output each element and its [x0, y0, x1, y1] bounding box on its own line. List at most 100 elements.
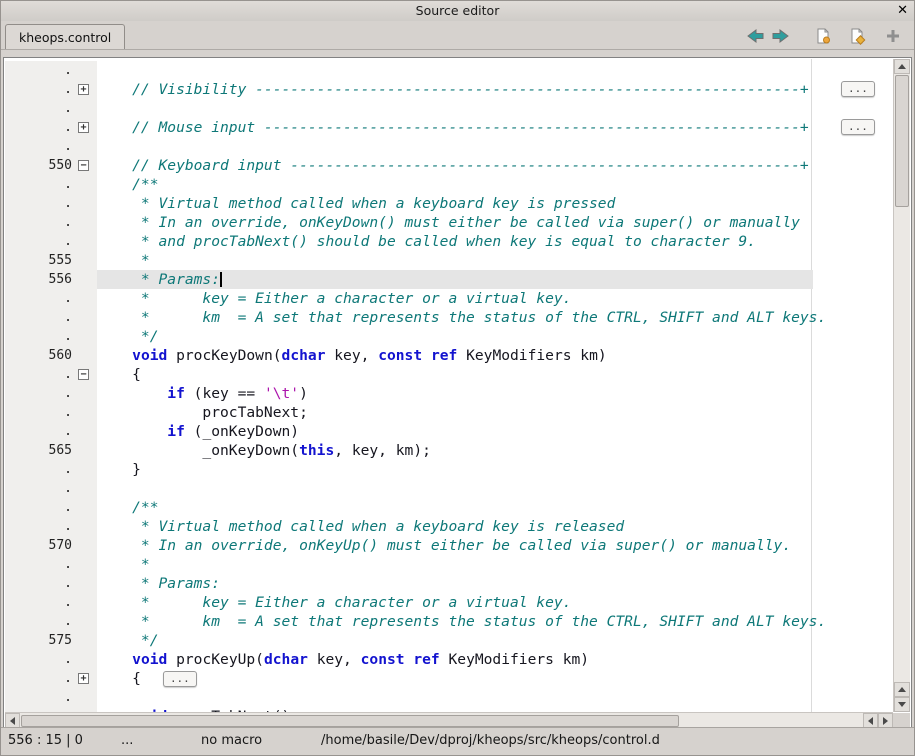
code-line[interactable]: . * and procTabNext() should be called w…	[5, 232, 893, 251]
scroll-up-button-bottom[interactable]	[894, 682, 910, 697]
fold-collapse-icon[interactable]: −	[78, 369, 89, 380]
horizontal-scrollbar[interactable]	[5, 712, 893, 728]
code-line[interactable]: . /**	[5, 175, 893, 194]
code-line[interactable]: . * km = A set that represents the statu…	[5, 612, 893, 631]
line-marker-dot[interactable]: .	[5, 479, 75, 498]
code-line[interactable]: . if (key == '\t')	[5, 384, 893, 403]
scroll-right-button[interactable]	[878, 713, 893, 728]
code-line[interactable]: 575 */	[5, 631, 893, 650]
line-marker-dot[interactable]: .	[5, 80, 75, 99]
line-marker-dot[interactable]: .	[5, 175, 75, 194]
code-line[interactable]: 555 *	[5, 251, 893, 270]
code-line[interactable]: . * key = Either a character or a virtua…	[5, 593, 893, 612]
fold-expand-icon[interactable]: +	[78, 673, 89, 684]
scroll-up-button[interactable]	[894, 59, 910, 74]
code-line[interactable]: . void procKeyUp(dchar key, const ref Ke…	[5, 650, 893, 669]
line-number[interactable]: 565	[5, 441, 75, 460]
line-marker-dot[interactable]: .	[5, 555, 75, 574]
fold-expand-icon[interactable]: +	[78, 84, 89, 95]
fold-column[interactable]: +	[75, 669, 97, 688]
fold-column[interactable]: +	[75, 80, 97, 99]
code-line[interactable]: 560 void procKeyDown(dchar key, const re…	[5, 346, 893, 365]
line-marker-dot[interactable]: .	[5, 365, 75, 384]
line-marker-dot[interactable]: .	[5, 498, 75, 517]
tab-kheops-control[interactable]: kheops.control	[5, 24, 125, 49]
code-line[interactable]: .+ {...	[5, 669, 893, 688]
line-number[interactable]: 570	[5, 536, 75, 555]
line-marker-dot[interactable]: .	[5, 308, 75, 327]
fold-collapse-icon[interactable]: −	[78, 160, 89, 171]
line-marker-dot[interactable]: .	[5, 327, 75, 346]
line-marker-dot[interactable]: .	[5, 669, 75, 688]
line-marker-dot[interactable]: .	[5, 118, 75, 137]
code-line[interactable]: . * km = A set that represents the statu…	[5, 308, 893, 327]
line-marker-dot[interactable]: .	[5, 232, 75, 251]
code-line[interactable]: . procTabNext;	[5, 403, 893, 422]
line-marker-dot[interactable]: .	[5, 403, 75, 422]
folded-ellipsis[interactable]: ...	[163, 671, 197, 687]
line-marker-dot[interactable]: .	[5, 194, 75, 213]
line-marker-dot[interactable]: .	[5, 289, 75, 308]
save-button[interactable]	[810, 25, 836, 47]
detach-button[interactable]	[880, 25, 906, 47]
line-number[interactable]: 575	[5, 631, 75, 650]
code-line[interactable]: . * In an override, onKeyDown() must eit…	[5, 213, 893, 232]
fold-column[interactable]: −	[75, 156, 97, 175]
code-line[interactable]: 556 * Params:	[5, 270, 893, 289]
fold-expand-icon[interactable]: +	[78, 122, 89, 133]
line-marker-dot[interactable]: .	[5, 517, 75, 536]
horizontal-scroll-thumb[interactable]	[21, 715, 679, 727]
code-line[interactable]: . * Virtual method called when a keyboar…	[5, 517, 893, 536]
forward-button[interactable]	[768, 25, 794, 47]
code-line[interactable]: 550− // Keyboard input -----------------…	[5, 156, 893, 175]
line-marker-dot[interactable]: .	[5, 688, 75, 707]
code-line[interactable]: 570 * In an override, onKeyUp() must eit…	[5, 536, 893, 555]
code-line[interactable]: .+ // Mouse input ----------------------…	[5, 118, 893, 137]
folded-ellipsis[interactable]: ...	[841, 81, 875, 97]
code-line[interactable]: . void procTabNext()	[5, 707, 893, 712]
line-marker-dot[interactable]: .	[5, 460, 75, 479]
code-line[interactable]: . * key = Either a character or a virtua…	[5, 289, 893, 308]
code-line[interactable]: .	[5, 99, 893, 118]
close-icon[interactable]: ✕	[897, 1, 908, 21]
line-number[interactable]: 555	[5, 251, 75, 270]
line-marker-dot[interactable]: .	[5, 707, 75, 712]
line-marker-dot[interactable]: .	[5, 593, 75, 612]
code-line[interactable]: . * Virtual method called when a keyboar…	[5, 194, 893, 213]
scroll-down-button[interactable]	[894, 697, 910, 712]
code-line[interactable]: .	[5, 137, 893, 156]
line-marker-dot[interactable]: .	[5, 650, 75, 669]
code-line[interactable]: .	[5, 61, 893, 80]
vertical-scroll-thumb[interactable]	[895, 75, 909, 207]
code-line[interactable]: . if (_onKeyDown)	[5, 422, 893, 441]
vertical-scrollbar[interactable]	[893, 59, 910, 712]
line-number[interactable]: 550	[5, 156, 75, 175]
folded-ellipsis[interactable]: ...	[841, 119, 875, 135]
code-line[interactable]: . */	[5, 327, 893, 346]
code-line[interactable]: .− {	[5, 365, 893, 384]
scroll-left-button-right[interactable]	[863, 713, 878, 728]
code-line[interactable]: . *	[5, 555, 893, 574]
code-line[interactable]: . /**	[5, 498, 893, 517]
line-number[interactable]: 560	[5, 346, 75, 365]
code-viewport[interactable]: ..+ // Visibility ----------------------…	[5, 59, 893, 712]
code-line[interactable]: 565 _onKeyDown(this, key, km);	[5, 441, 893, 460]
back-button[interactable]	[742, 25, 768, 47]
fold-column[interactable]: −	[75, 365, 97, 384]
line-marker-dot[interactable]: .	[5, 213, 75, 232]
code-line[interactable]: .	[5, 479, 893, 498]
save-as-button[interactable]	[844, 25, 870, 47]
line-marker-dot[interactable]: .	[5, 574, 75, 593]
line-marker-dot[interactable]: .	[5, 99, 75, 118]
code-line[interactable]: .+ // Visibility -----------------------…	[5, 80, 893, 99]
line-marker-dot[interactable]: .	[5, 422, 75, 441]
line-marker-dot[interactable]: .	[5, 137, 75, 156]
code-line[interactable]: . * Params:	[5, 574, 893, 593]
fold-column[interactable]: +	[75, 118, 97, 137]
line-number[interactable]: 556	[5, 270, 75, 289]
line-marker-dot[interactable]: .	[5, 384, 75, 403]
scroll-left-button[interactable]	[5, 713, 20, 728]
code-line[interactable]: .	[5, 688, 893, 707]
code-line[interactable]: . }	[5, 460, 893, 479]
line-marker-dot[interactable]: .	[5, 612, 75, 631]
